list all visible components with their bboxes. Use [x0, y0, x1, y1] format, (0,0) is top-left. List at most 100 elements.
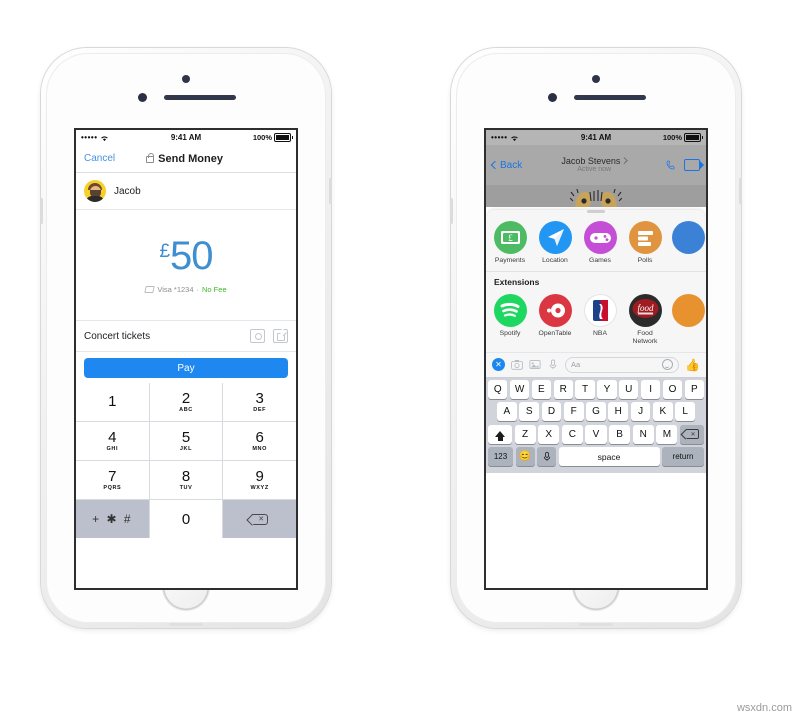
extension-spotify[interactable]: Spotify — [492, 293, 528, 346]
delete-icon[interactable]: ✕ — [679, 424, 704, 444]
front-camera-icon — [182, 75, 190, 83]
key-q[interactable]: Q — [488, 379, 508, 399]
thread-title-group[interactable]: Jacob Stevens Active now — [527, 156, 661, 174]
earpiece-speaker — [164, 95, 236, 100]
bottom-antenna-line — [579, 623, 613, 626]
camera-icon[interactable] — [250, 329, 265, 343]
phone-icon[interactable] — [666, 159, 677, 171]
volume-button[interactable] — [450, 198, 453, 224]
key-y[interactable]: Y — [597, 379, 617, 399]
earpiece-speaker — [574, 95, 646, 100]
key-w[interactable]: W — [509, 379, 530, 399]
keypad-key-delete[interactable]: ✕ — [223, 500, 296, 538]
keypad-key-6[interactable]: 6 MNO — [223, 422, 296, 460]
key-u[interactable]: U — [619, 379, 639, 399]
keypad-key-8[interactable]: 8 TUV — [149, 461, 223, 499]
keypad-key-0[interactable]: 0 — [149, 500, 223, 538]
space-key[interactable]: space — [558, 447, 660, 467]
key-b[interactable]: B — [609, 424, 631, 444]
app-games[interactable]: Games — [582, 220, 618, 265]
status-right-group: 100% — [201, 133, 294, 142]
app-partial-next[interactable] — [672, 220, 705, 265]
camera-icon[interactable] — [511, 359, 523, 371]
photo-icon[interactable] — [529, 359, 541, 370]
return-key[interactable]: return — [662, 447, 704, 467]
key-e[interactable]: E — [531, 379, 552, 399]
key-o[interactable]: O — [662, 379, 683, 399]
key-z[interactable]: Z — [514, 424, 536, 444]
keypad-key-1[interactable]: 1 — [76, 383, 149, 421]
memo-input[interactable]: Concert tickets — [84, 331, 242, 342]
back-button[interactable]: Back — [490, 160, 522, 171]
dictation-microphone-icon[interactable] — [537, 447, 556, 467]
thread-name: Jacob Stevens — [561, 155, 621, 166]
app-location[interactable]: Location — [537, 220, 573, 265]
app-payments[interactable]: £ Payments — [492, 220, 528, 265]
key-r[interactable]: R — [553, 379, 573, 399]
power-button[interactable] — [739, 178, 742, 204]
key-letters: MNO — [252, 445, 267, 452]
keypad-key-4[interactable]: 4 GHI — [76, 422, 149, 460]
key-m[interactable]: M — [656, 424, 678, 444]
video-camera-icon[interactable] — [684, 159, 704, 171]
memo-row[interactable]: Concert tickets — [76, 321, 296, 352]
extension-partial-next[interactable] — [672, 293, 705, 346]
keypad-key-9[interactable]: 9 WXYZ — [223, 461, 296, 499]
key-j[interactable]: J — [630, 402, 651, 422]
extension-opentable[interactable]: OpenTable — [537, 293, 573, 346]
extension-food-network[interactable]: food Food Network — [627, 293, 663, 346]
message-input[interactable]: Aa — [565, 356, 680, 373]
key-n[interactable]: N — [632, 424, 654, 444]
key-p[interactable]: P — [684, 379, 704, 399]
funding-source-row[interactable]: Visa *1234 · No Fee — [144, 285, 227, 294]
keypad-key-3[interactable]: 3 DEF — [223, 383, 296, 421]
keypad-key-symbols[interactable]: + ✱ # — [76, 500, 149, 538]
power-button[interactable] — [329, 178, 332, 204]
status-bar-right: ••••• 9:41 AM 100% — [486, 130, 706, 145]
cancel-button[interactable]: Cancel — [84, 153, 115, 164]
numbers-key[interactable]: 123 — [488, 447, 513, 467]
chevron-left-icon — [490, 160, 500, 170]
polls-icon — [628, 220, 662, 254]
front-camera-icon — [592, 75, 600, 83]
thread-actions — [666, 159, 704, 171]
recipient-name: Jacob — [114, 185, 141, 197]
key-t[interactable]: T — [575, 379, 595, 399]
key-d[interactable]: D — [541, 402, 562, 422]
close-icon[interactable]: ✕ — [492, 358, 505, 372]
amount-display[interactable]: £ 50 Visa *1234 · No Fee — [76, 210, 296, 321]
key-h[interactable]: H — [608, 402, 629, 422]
volume-button[interactable] — [40, 198, 43, 224]
keypad-key-5[interactable]: 5 JKL — [149, 422, 223, 460]
smiley-icon[interactable] — [662, 359, 674, 371]
keypad-key-2[interactable]: 2 ABC — [149, 383, 223, 421]
emoji-key[interactable]: 😊 — [515, 447, 535, 467]
key-i[interactable]: I — [640, 379, 661, 399]
key-g[interactable]: G — [586, 402, 606, 422]
key-f[interactable]: F — [563, 402, 584, 422]
key-c[interactable]: C — [561, 424, 583, 444]
key-l[interactable]: L — [675, 402, 696, 422]
microphone-icon[interactable] — [547, 359, 559, 370]
thumbs-up-icon[interactable]: 👍 — [685, 359, 700, 371]
key-a[interactable]: A — [496, 402, 517, 422]
send-money-navbar: Cancel Send Money — [76, 145, 296, 173]
payments-icon: £ — [493, 220, 527, 254]
app-polls[interactable]: Polls — [627, 220, 663, 265]
key-letters: JKL — [179, 445, 193, 452]
app-label: Payments — [494, 256, 526, 264]
key-v[interactable]: V — [585, 424, 607, 444]
recipient-row[interactable]: Jacob — [76, 173, 296, 210]
key-k[interactable]: K — [652, 402, 673, 422]
pay-button[interactable]: Pay — [84, 358, 288, 378]
gif-icon[interactable] — [273, 329, 288, 343]
screen-right: ••••• 9:41 AM 100% Back Jacob Stevens Ac… — [486, 130, 706, 588]
shift-icon[interactable] — [488, 424, 512, 444]
extension-nba[interactable]: NBA — [582, 293, 618, 346]
location-icon — [538, 220, 572, 254]
key-s[interactable]: S — [519, 402, 540, 422]
wifi-icon — [510, 135, 518, 141]
key-x[interactable]: X — [538, 424, 560, 444]
keypad-key-7[interactable]: 7 PQRS — [76, 461, 149, 499]
app-label: Polls — [637, 256, 653, 264]
